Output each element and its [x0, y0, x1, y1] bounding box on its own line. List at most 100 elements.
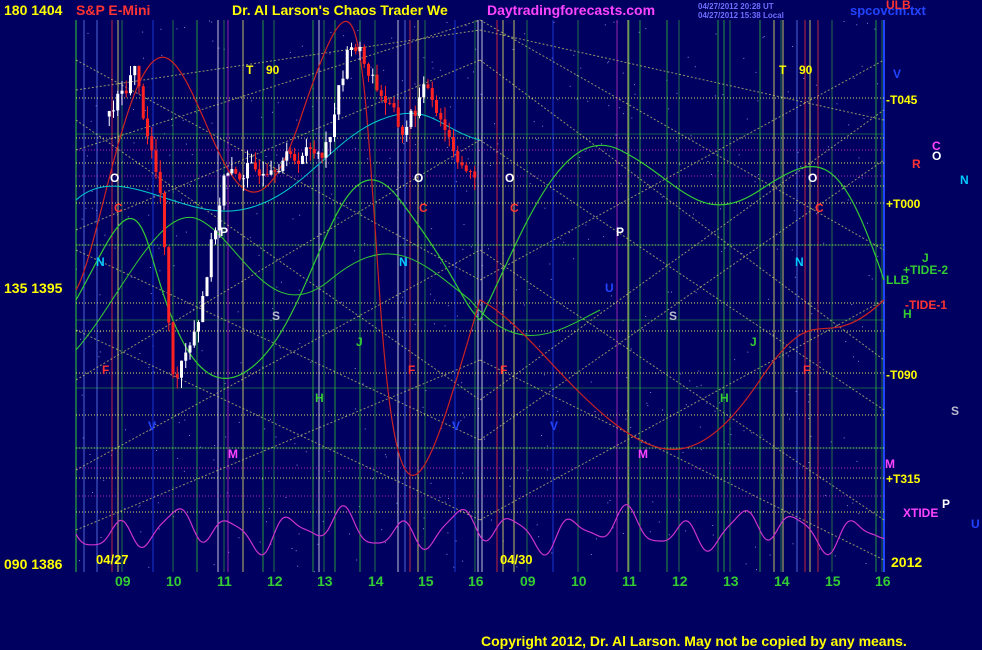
star [585, 224, 587, 226]
star [707, 161, 709, 162]
star [868, 275, 870, 276]
star [609, 500, 611, 501]
star [214, 445, 216, 447]
star [184, 27, 186, 28]
label-t045: -T045 [886, 93, 918, 107]
star [622, 533, 624, 534]
star [856, 24, 858, 26]
star [259, 541, 261, 543]
star [173, 265, 175, 267]
star [546, 469, 548, 471]
star [385, 456, 387, 458]
star [389, 157, 391, 159]
star [81, 394, 83, 396]
trend-marker-90: 90 [799, 63, 813, 77]
star [557, 410, 559, 412]
star [446, 22, 448, 23]
hour-tick-label: 14 [774, 573, 790, 589]
planet-glyph-p: P [616, 225, 624, 239]
label-year: 2012 [891, 554, 922, 570]
star [662, 409, 664, 411]
star [430, 482, 432, 484]
star [444, 325, 446, 327]
star [319, 233, 321, 235]
star [613, 21, 615, 23]
price-bar [234, 169, 238, 174]
price-bar [333, 114, 336, 138]
star [696, 386, 698, 388]
price-bar [184, 352, 188, 361]
price-bar [289, 151, 293, 154]
star [181, 199, 182, 201]
star [114, 247, 116, 249]
star [754, 181, 756, 183]
star [685, 530, 687, 532]
star [297, 565, 299, 567]
star [588, 238, 589, 240]
price-bar [116, 93, 120, 111]
planet-glyph-c: C [815, 201, 824, 215]
star [400, 301, 402, 303]
star [769, 554, 771, 556]
price-bar [253, 162, 257, 170]
star [461, 382, 463, 384]
price-bar [384, 96, 387, 103]
star [746, 118, 748, 120]
star [201, 350, 203, 352]
star [467, 77, 469, 79]
star [348, 533, 350, 535]
star [354, 250, 356, 252]
price-bar [297, 160, 301, 164]
star [862, 326, 863, 328]
star [272, 111, 273, 113]
star [256, 213, 258, 215]
price-bar [422, 84, 426, 98]
star [610, 295, 612, 297]
price-bar [354, 47, 358, 52]
star [631, 117, 633, 119]
star [595, 538, 597, 540]
star [834, 555, 836, 557]
planet-glyph-c: C [510, 201, 519, 215]
star [463, 416, 465, 418]
star [607, 502, 609, 504]
star [356, 559, 358, 561]
star [757, 100, 759, 102]
trend-marker-90: 90 [266, 63, 280, 77]
star [465, 25, 467, 27]
price-bar [435, 99, 438, 114]
star [560, 238, 562, 240]
star [292, 218, 294, 220]
star [184, 419, 186, 421]
price-bar [120, 90, 124, 94]
star [191, 154, 193, 156]
star [549, 263, 551, 265]
planet-glyph-f: F [803, 363, 810, 377]
star [305, 451, 307, 453]
star [138, 506, 140, 508]
star [587, 100, 589, 102]
hour-tick-label: 11 [217, 573, 232, 589]
price-bar [197, 322, 200, 332]
star [792, 543, 794, 545]
star [430, 293, 432, 295]
star [541, 435, 542, 436]
price-bar [469, 170, 472, 172]
price-bar [316, 152, 320, 154]
star [423, 517, 425, 519]
star [763, 36, 765, 37]
trend-marker-t: T [779, 63, 787, 77]
price-bar [358, 46, 362, 52]
star [761, 434, 763, 436]
price-bar [388, 102, 392, 104]
star [576, 98, 578, 100]
chart-title: Dr. Al Larson's Chaos Trader We [232, 2, 448, 18]
star [853, 77, 855, 79]
price-bar [362, 46, 366, 64]
star [724, 247, 726, 249]
star [727, 443, 729, 445]
star [722, 94, 724, 96]
price-bar [396, 107, 400, 127]
star [462, 248, 464, 250]
planet-glyph-f: F [408, 363, 415, 377]
